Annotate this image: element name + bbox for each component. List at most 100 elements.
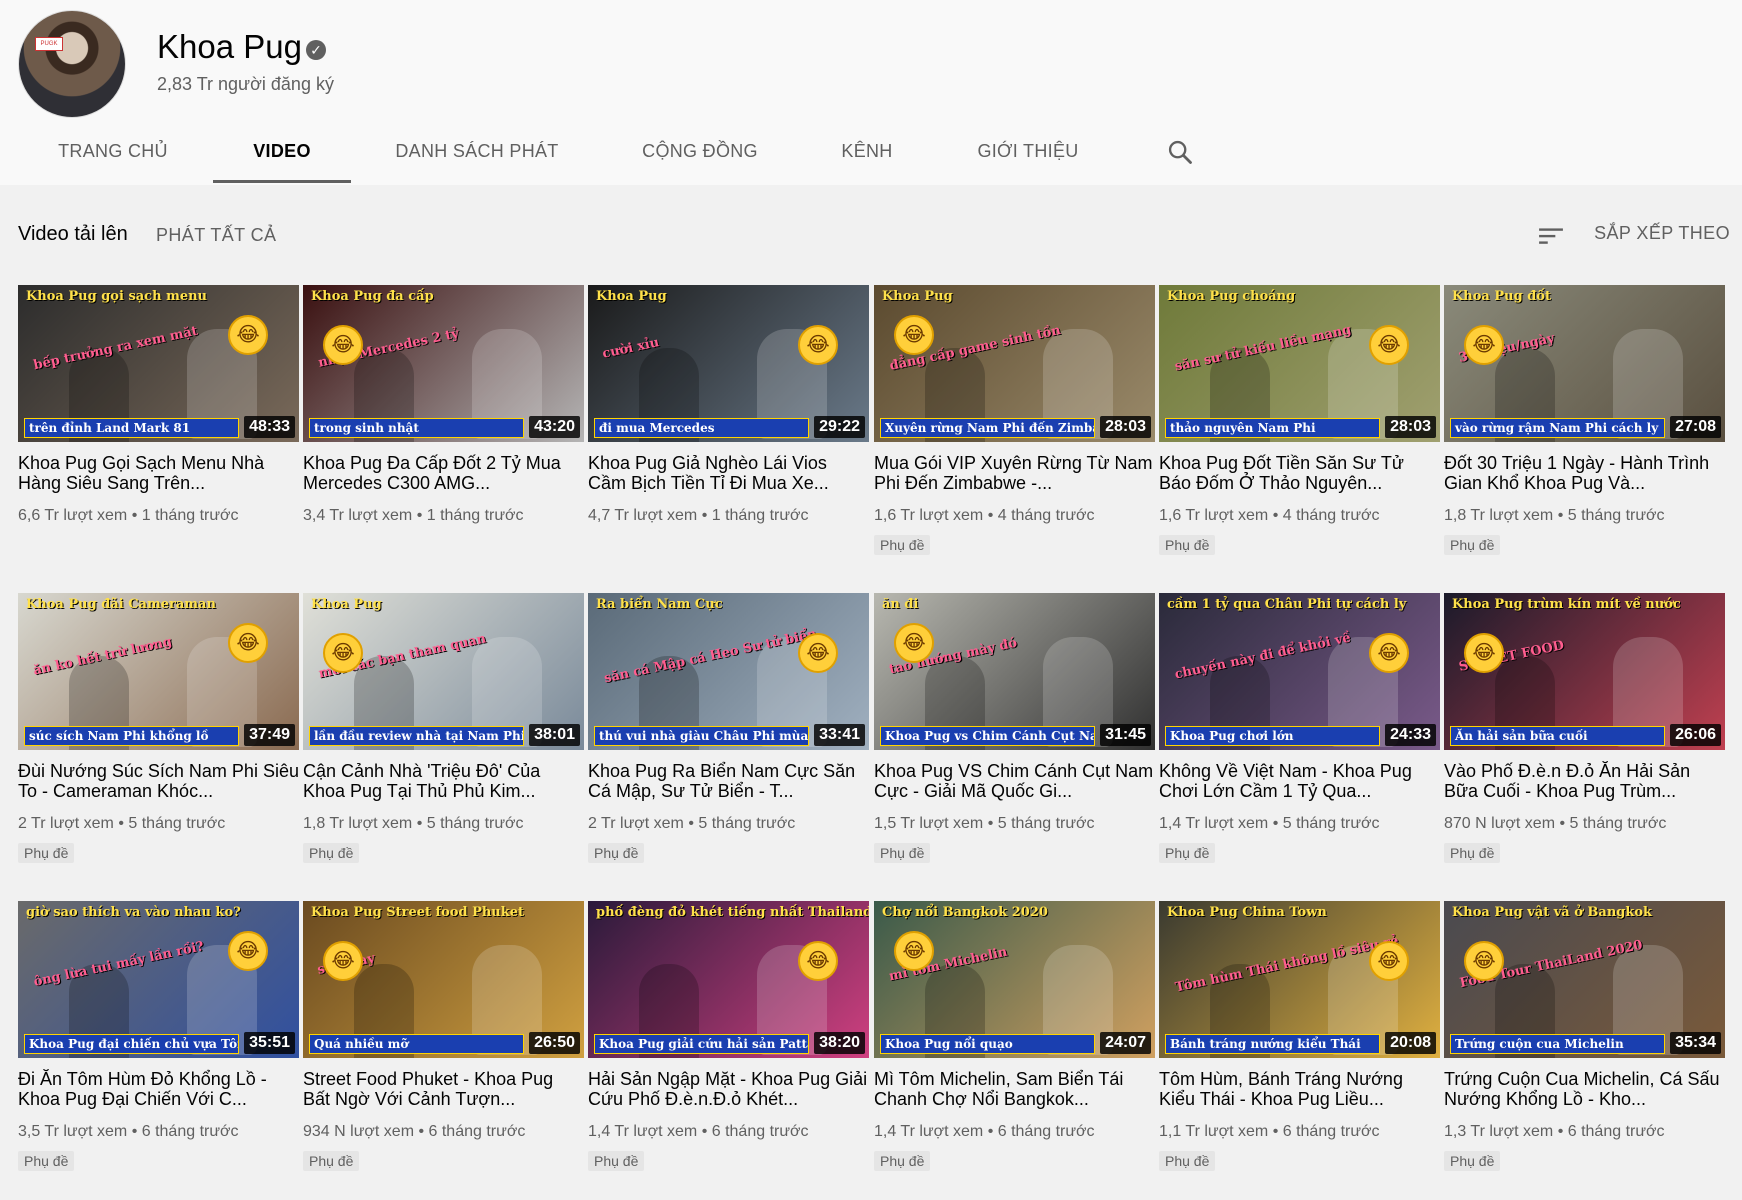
upload-age: 6 tháng trước — [428, 1123, 526, 1140]
video-thumbnail[interactable]: Khoa Pug vật vã ở Bangkok Food Tour Thai… — [1444, 901, 1725, 1058]
video-title[interactable]: Không Về Việt Nam - Khoa Pug Chơi Lớn Cầ… — [1159, 761, 1440, 801]
laughing-emoji-icon: 😂 — [228, 623, 268, 663]
video-meta: 1,6 Tr lượt xem • 4 tháng trước — [1159, 507, 1380, 525]
laughing-emoji-icon: 😂 — [798, 325, 838, 365]
thumbnail-caption-bar: trong sinh nhật — [309, 418, 524, 438]
laughing-emoji-icon: 😂 — [323, 325, 363, 365]
video-duration: 48:33 — [244, 416, 295, 438]
video-thumbnail[interactable]: Khoa Pug choáng săn sư tử kiếu liều mạng… — [1159, 285, 1440, 442]
meta-separator: • — [1272, 1123, 1283, 1140]
video-title[interactable]: Mua Gói VIP Xuyên Rừng Từ Nam Phi Đến Zi… — [874, 453, 1155, 493]
video-title[interactable]: Cận Cảnh Nhà 'Triệu Đô' Của Khoa Pug Tại… — [303, 761, 584, 801]
sort-by-button[interactable]: SẮP XẾP THEO — [1594, 223, 1730, 249]
video-duration: 38:01 — [529, 724, 580, 746]
laughing-emoji-icon: 😂 — [894, 931, 934, 971]
video-title[interactable]: Tôm Hùm, Bánh Tráng Nướng Kiểu Thái - Kh… — [1159, 1069, 1440, 1109]
video-thumbnail[interactable]: Khoa Pug mời các bạn tham quan 😂 lần đầu… — [303, 593, 584, 750]
view-count: 1,1 Tr lượt xem — [1159, 1123, 1269, 1140]
video-duration: 24:33 — [1385, 724, 1436, 746]
subtitles-badge: Phụ đề — [1159, 1151, 1216, 1171]
upload-age: 5 tháng trước — [1569, 815, 1667, 832]
video-meta: 1,1 Tr lượt xem • 6 tháng trước — [1159, 1123, 1380, 1141]
thumbnail-caption-bar: vào rừng rậm Nam Phi cách ly — [1450, 418, 1665, 438]
laughing-emoji-icon: 😂 — [1464, 325, 1504, 365]
video-title[interactable]: Khoa Pug Gọi Sạch Menu Nhà Hàng Siêu San… — [18, 453, 299, 493]
thumbnail-caption-bar: Khoa Pug đại chiến chủ vựa Tôm — [24, 1034, 239, 1054]
video-thumbnail[interactable]: Chợ nổi Bangkok 2020 mì tôm Michelin 😂 K… — [874, 901, 1155, 1058]
video-title[interactable]: Khoa Pug VS Chim Cánh Cụt Nam Cực - Giải… — [874, 761, 1155, 801]
video-title[interactable]: Khoa Pug Đa Cấp Đốt 2 Tỷ Mua Mercedes C3… — [303, 453, 584, 493]
laughing-emoji-icon: 😂 — [1464, 941, 1504, 981]
meta-separator: • — [131, 507, 142, 524]
laughing-emoji-icon: 😂 — [228, 931, 268, 971]
subtitles-badge: Phụ đề — [1444, 1151, 1501, 1171]
videos-section: Video tải lên PHÁT TẤT CẢ SẮP XẾP THEO K… — [0, 185, 1742, 1200]
upload-age: 5 tháng trước — [426, 815, 524, 832]
upload-age: 5 tháng trước — [997, 815, 1095, 832]
video-meta: 1,4 Tr lượt xem • 6 tháng trước — [588, 1123, 809, 1141]
video-title[interactable]: Khoa Pug Đốt Tiền Săn Sư Tử Báo Đốm Ở Th… — [1159, 453, 1440, 493]
video-thumbnail[interactable]: Khoa Pug cười xỉu 😂 đi mua Mercedes 29:2… — [588, 285, 869, 442]
video-thumbnail[interactable]: Khoa Pug gọi sạch menu bếp trưởng ra xem… — [18, 285, 299, 442]
video-thumbnail[interactable]: cầm 1 tỷ qua Châu Phi tự cách ly chuyến … — [1159, 593, 1440, 750]
tab-channels[interactable]: KÊNH — [825, 120, 909, 183]
video-title[interactable]: Đùi Nướng Súc Sích Nam Phi Siêu To - Cam… — [18, 761, 299, 801]
tab-videos[interactable]: VIDEO — [213, 120, 351, 183]
tab-about[interactable]: GIỚI THIỆU — [968, 120, 1088, 183]
video-thumbnail[interactable]: Khoa Pug Street food Phuket siêu cay 😂 Q… — [303, 901, 584, 1058]
video-thumbnail[interactable]: Khoa Pug China Town Tôm hùm Thái không l… — [1159, 901, 1440, 1058]
video-thumbnail[interactable]: Khoa Pug đốt 30 triệu/ngày 😂 vào rừng rậ… — [1444, 285, 1725, 442]
view-count: 1,4 Tr lượt xem — [874, 1123, 984, 1140]
sort-icon[interactable] — [1538, 225, 1564, 247]
video-title[interactable]: Street Food Phuket - Khoa Pug Bất Ngờ Vớ… — [303, 1069, 584, 1109]
video-thumbnail[interactable]: phố đèng đỏ khét tiếng nhất Thailand 202… — [588, 901, 869, 1058]
video-title[interactable]: Hải Sản Ngập Mặt - Khoa Pug Giải Cứu Phố… — [588, 1069, 869, 1109]
channel-avatar[interactable]: PUGK — [18, 10, 126, 118]
view-count: 1,6 Tr lượt xem — [874, 507, 984, 524]
meta-separator: • — [701, 507, 712, 524]
play-all-button[interactable]: PHÁT TẤT CẢ — [156, 225, 276, 246]
search-icon[interactable] — [1166, 138, 1194, 166]
thumbnail-caption-top: Khoa Pug trùm kín mít về nước — [1452, 597, 1681, 612]
view-count: 1,6 Tr lượt xem — [1159, 507, 1269, 524]
tab-community[interactable]: CỘNG ĐỒNG — [630, 120, 770, 183]
channel-name: Khoa Pug — [157, 28, 302, 65]
upload-age: 5 tháng trước — [1567, 507, 1665, 524]
video-title[interactable]: Mì Tôm Michelin, Sam Biển Tái Chanh Chợ … — [874, 1069, 1155, 1109]
meta-separator: • — [118, 815, 129, 832]
video-title[interactable]: Trứng Cuộn Cua Michelin, Cá Sấu Nướng Kh… — [1444, 1069, 1725, 1109]
video-thumbnail[interactable]: giờ sao thích va vào nhau ko? ông lừa tu… — [18, 901, 299, 1058]
upload-age: 6 tháng trước — [141, 1123, 239, 1140]
video-thumbnail[interactable]: Khoa Pug đa cấp nhận Mercedes 2 tỷ 😂 tro… — [303, 285, 584, 442]
thumbnail-caption-top: Khoa Pug đốt — [1452, 289, 1551, 304]
tab-playlists[interactable]: DANH SÁCH PHÁT — [382, 120, 572, 183]
upload-age: 1 tháng trước — [711, 507, 809, 524]
meta-separator: • — [1559, 815, 1570, 832]
subtitles-badge: Phụ đề — [588, 843, 645, 863]
video-thumbnail[interactable]: ăn đi tao nướng mày đó 😂 Khoa Pug vs Chi… — [874, 593, 1155, 750]
video-title[interactable]: Khoa Pug Giả Nghèo Lái Vios Cầm Bịch Tiề… — [588, 453, 869, 493]
video-duration: 38:20 — [814, 1032, 865, 1054]
thumbnail-caption-bar: Ăn hải sản bữa cuối — [1450, 726, 1665, 746]
subtitles-badge: Phụ đề — [588, 1151, 645, 1171]
meta-separator: • — [1557, 507, 1568, 524]
laughing-emoji-icon: 😂 — [1369, 633, 1409, 673]
view-count: 2 Tr lượt xem — [588, 815, 684, 832]
thumbnail-caption-bar: Khoa Pug nổi quạo — [880, 1034, 1095, 1054]
video-title[interactable]: Vào Phố Đ.è.n Đ.ỏ Ăn Hải Sản Bữa Cuối - … — [1444, 761, 1725, 801]
subtitles-badge: Phụ đề — [1159, 843, 1216, 863]
video-title[interactable]: Đi Ăn Tôm Hùm Đỏ Khổng Lồ - Khoa Pug Đại… — [18, 1069, 299, 1109]
upload-age: 6 tháng trước — [1567, 1123, 1665, 1140]
video-thumbnail[interactable]: Khoa Pug đẳng cấp game sinh tồn 😂 Xuyên … — [874, 285, 1155, 442]
video-thumbnail[interactable]: Khoa Pug đãi Cameraman ăn ko hết trừ lươ… — [18, 593, 299, 750]
meta-separator: • — [1557, 1123, 1568, 1140]
video-meta: 3,5 Tr lượt xem • 6 tháng trước — [18, 1123, 239, 1141]
thumbnail-caption-top: cầm 1 tỷ qua Châu Phi tự cách ly — [1167, 597, 1407, 612]
video-title[interactable]: Khoa Pug Ra Biển Nam Cực Săn Cá Mập, Sư … — [588, 761, 869, 801]
thumbnail-caption-top: giờ sao thích va vào nhau ko? — [26, 905, 241, 920]
video-thumbnail[interactable]: Ra biển Nam Cực săn cá Mập cá Heo Sư tử … — [588, 593, 869, 750]
video-title[interactable]: Đốt 30 Triệu 1 Ngày - Hành Trình Gian Kh… — [1444, 453, 1725, 493]
tab-home[interactable]: TRANG CHỦ — [42, 120, 184, 183]
video-thumbnail[interactable]: Khoa Pug trùm kín mít về nước STREET FOO… — [1444, 593, 1725, 750]
laughing-emoji-icon: 😂 — [1464, 633, 1504, 673]
